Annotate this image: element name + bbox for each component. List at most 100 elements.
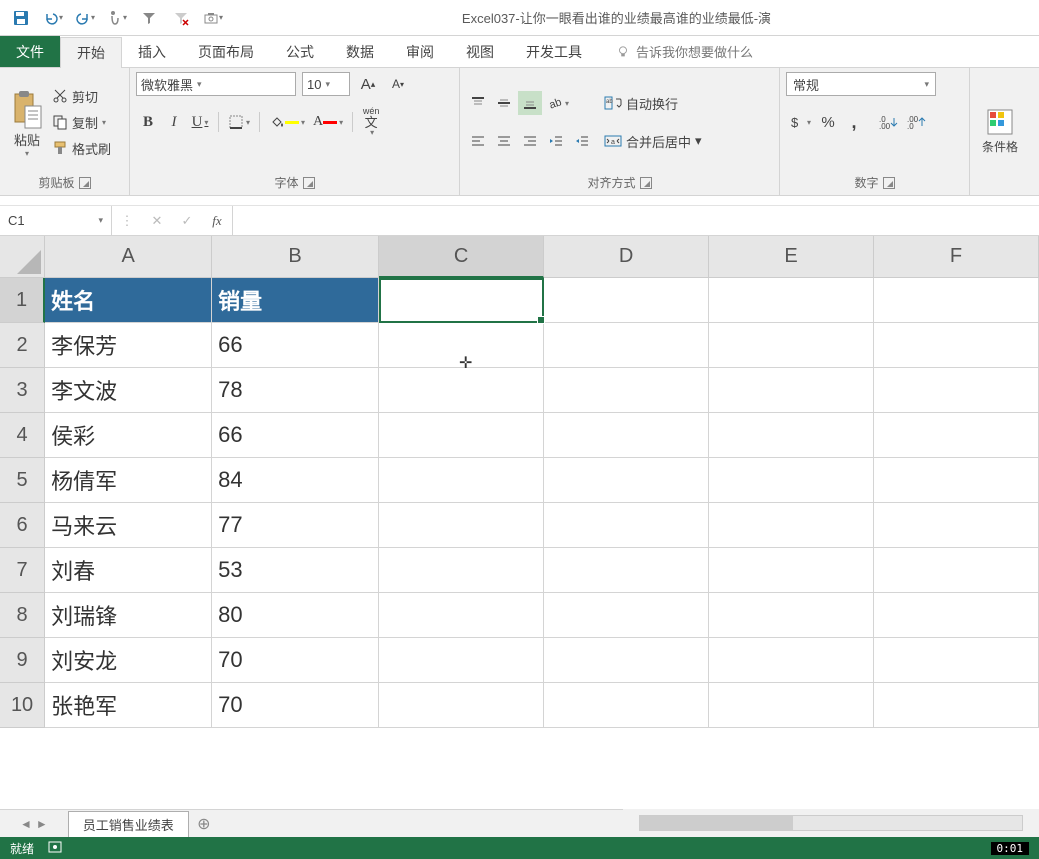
cell[interactable] [544,593,709,638]
enter-fx-button[interactable]: ✓ [172,206,202,235]
col-header-C[interactable]: C [379,236,544,278]
cell[interactable] [544,323,709,368]
align-center-button[interactable] [492,129,516,153]
clear-filter-button[interactable] [166,3,196,33]
cell[interactable] [709,413,874,458]
cell[interactable] [544,683,709,728]
align-bottom-button[interactable] [518,91,542,115]
comma-button[interactable]: , [842,110,866,134]
font-dialog-launcher[interactable] [303,177,315,189]
insert-function-button[interactable]: fx [202,206,232,235]
sheet-prev-icon[interactable]: ◄ [20,817,32,831]
cell[interactable] [709,548,874,593]
row-header[interactable]: 3 [0,368,45,413]
row-header[interactable]: 2 [0,323,45,368]
horizontal-scrollbar[interactable] [623,809,1039,837]
increase-decimal-button[interactable]: .0.00 [876,110,902,134]
cell[interactable]: 销量 [212,278,379,323]
cell[interactable] [874,593,1039,638]
cell[interactable] [874,638,1039,683]
add-sheet-button[interactable]: ⊕ [189,814,219,834]
cell[interactable] [544,413,709,458]
cell[interactable]: 刘安龙 [45,638,212,683]
save-button[interactable] [6,3,36,33]
cell[interactable] [379,503,544,548]
cell[interactable] [544,548,709,593]
formula-input[interactable] [233,206,1039,235]
copy-button[interactable]: 复制▾ [52,111,111,133]
col-header-E[interactable]: E [709,236,874,278]
cell[interactable] [709,278,874,323]
cell[interactable] [544,458,709,503]
cell[interactable] [379,323,544,368]
cell[interactable] [709,593,874,638]
borders-button[interactable]: ▾ [225,110,253,134]
cell[interactable] [874,503,1039,548]
cell[interactable]: 80 [212,593,379,638]
undo-button[interactable]: ▾ [38,3,68,33]
cell[interactable]: 53 [212,548,379,593]
increase-indent-button[interactable] [570,129,594,153]
tab-formulas[interactable]: 公式 [270,36,330,67]
sheet-next-icon[interactable]: ► [36,817,48,831]
italic-button[interactable]: I [162,110,186,134]
cell[interactable]: 李文波 [45,368,212,413]
macro-record-icon[interactable] [48,840,62,857]
row-header[interactable]: 5 [0,458,45,503]
cell[interactable] [874,413,1039,458]
decrease-indent-button[interactable] [544,129,568,153]
cell[interactable] [874,323,1039,368]
row-header[interactable]: 4 [0,413,45,458]
row-header[interactable]: 9 [0,638,45,683]
cell[interactable]: 77 [212,503,379,548]
tab-page-layout[interactable]: 页面布局 [182,36,270,67]
align-middle-button[interactable] [492,91,516,115]
row-header[interactable]: 7 [0,548,45,593]
number-dialog-launcher[interactable] [883,177,895,189]
format-painter-button[interactable]: 格式刷 [52,137,111,159]
cell[interactable]: 杨倩军 [45,458,212,503]
cell[interactable]: 70 [212,638,379,683]
tab-file[interactable]: 文件 [0,36,60,67]
accounting-format-button[interactable]: $▾ [786,110,814,134]
cell[interactable] [544,278,709,323]
camera-button[interactable]: ▾ [198,3,228,33]
bold-button[interactable]: B [136,110,160,134]
row-header[interactable]: 1 [0,278,45,323]
cell[interactable]: 姓名 [45,278,212,323]
font-color-button[interactable]: A▾ [310,110,346,134]
cell[interactable]: 66 [212,323,379,368]
tab-developer[interactable]: 开发工具 [510,36,598,67]
cell[interactable]: 84 [212,458,379,503]
cell[interactable] [379,593,544,638]
cell[interactable] [709,683,874,728]
cell[interactable] [709,323,874,368]
sheet-nav[interactable]: ◄► [20,817,48,831]
tell-me-box[interactable]: 告诉我你想要做什么 [598,36,753,67]
cell[interactable] [709,503,874,548]
row-header[interactable]: 6 [0,503,45,548]
tab-view[interactable]: 视图 [450,36,510,67]
col-header-D[interactable]: D [544,236,709,278]
col-header-A[interactable]: A [45,236,212,278]
cell[interactable] [709,368,874,413]
cell[interactable] [379,413,544,458]
cell[interactable] [379,548,544,593]
tab-data[interactable]: 数据 [330,36,390,67]
cell[interactable]: 马来云 [45,503,212,548]
cancel-fx-button[interactable]: ✕ [142,206,172,235]
select-all-button[interactable] [0,236,45,278]
cell[interactable] [874,683,1039,728]
cell[interactable]: 78 [212,368,379,413]
cell[interactable] [874,368,1039,413]
underline-button[interactable]: U▾ [188,110,212,134]
cell[interactable] [709,638,874,683]
wrap-text-button[interactable]: ab自动换行 [604,91,702,115]
decrease-decimal-button[interactable]: .00.0 [904,110,930,134]
conditional-formatting-button[interactable]: 条件格 [976,106,1024,155]
cell[interactable] [379,458,544,503]
cell[interactable] [544,368,709,413]
font-name-combo[interactable]: 微软雅黑▾ [136,72,296,96]
cell[interactable]: 侯彩 [45,413,212,458]
cell[interactable]: 张艳军 [45,683,212,728]
